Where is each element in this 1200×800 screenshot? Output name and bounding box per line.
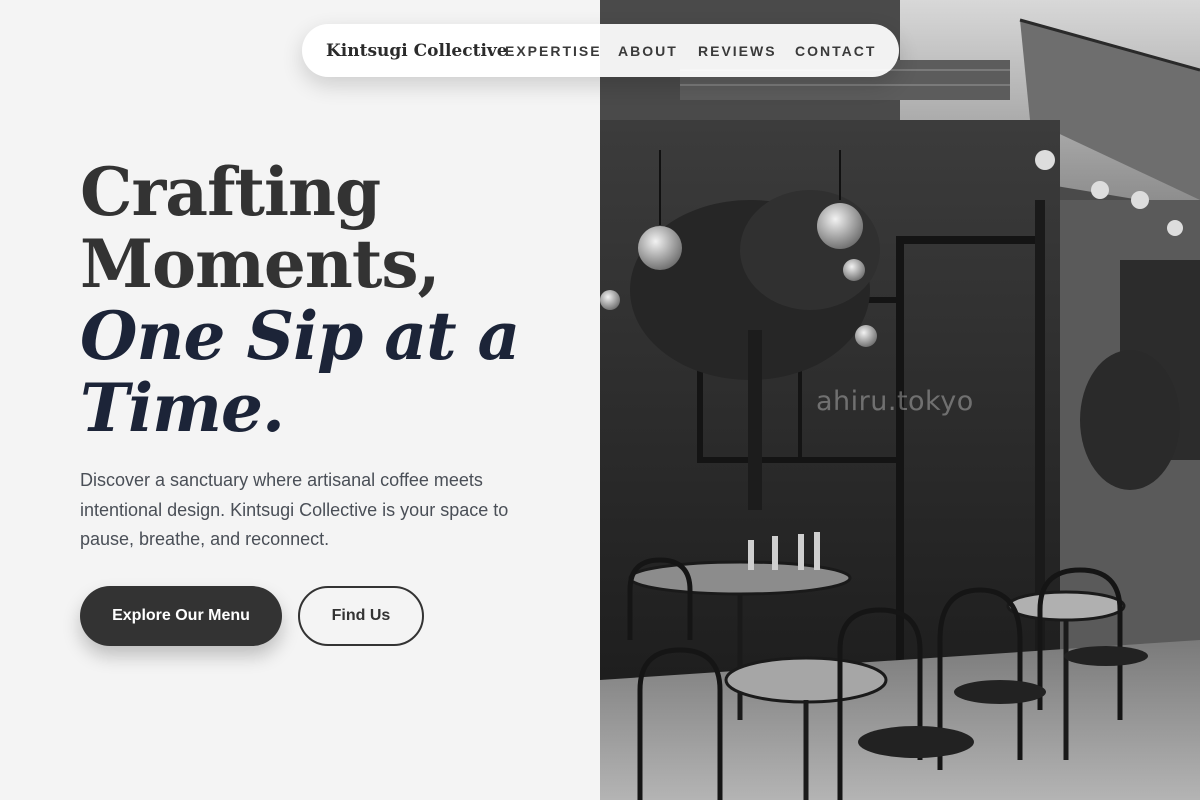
headline-accent-line-1: One Sip at a — [80, 297, 520, 375]
hero-description: Discover a sanctuary where artisanal cof… — [80, 470, 509, 549]
image-watermark: ahiru.tokyo — [816, 386, 974, 417]
nav-link-reviews[interactable]: REVIEWS — [698, 43, 777, 59]
nav-link-expertise[interactable]: EXPERTISE — [505, 43, 602, 59]
explore-menu-button[interactable]: Explore Our Menu — [80, 586, 282, 646]
headline-accent-line-2: Time. — [80, 369, 285, 447]
brand-logo-text[interactable]: Kintsugi Collective — [326, 41, 508, 61]
navbar: Kintsugi Collective EXPERTISE ABOUT REVI… — [302, 24, 899, 77]
headline-line-2: Moments, — [80, 225, 441, 303]
headline-line-1: Crafting — [80, 153, 381, 231]
nav-link-about[interactable]: ABOUT — [618, 43, 678, 59]
find-us-button[interactable]: Find Us — [298, 586, 424, 646]
hero-left-panel: Crafting Moments, One Sip at a Time. Dis… — [0, 0, 600, 800]
nav-link-contact[interactable]: CONTACT — [795, 43, 876, 59]
cafe-photo: ahiru.tokyo — [600, 0, 1200, 800]
hero-headline: Crafting Moments, One Sip at a Time. — [80, 156, 580, 444]
